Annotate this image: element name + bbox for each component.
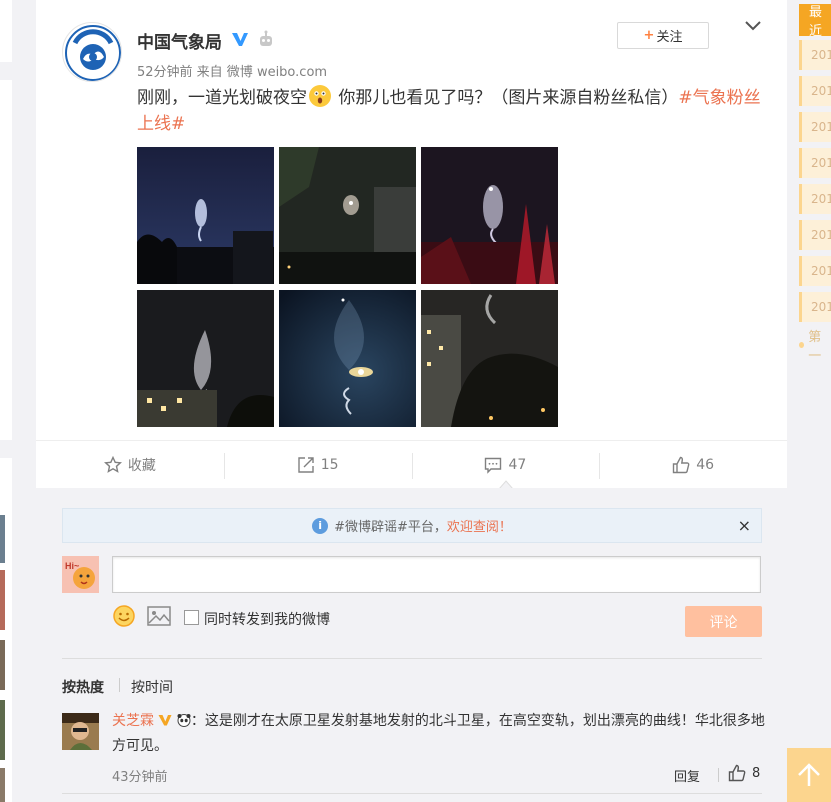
- reply-separator: [718, 768, 719, 782]
- comment-icon: [485, 457, 502, 474]
- author-avatar[interactable]: [62, 22, 122, 82]
- timeline-year-item[interactable]: 201: [799, 256, 831, 286]
- verified-v-icon: [232, 33, 248, 46]
- share-icon: [298, 456, 314, 473]
- info-icon: i: [312, 517, 329, 534]
- favorite-label: 收藏: [127, 457, 156, 474]
- post-photo[interactable]: [421, 290, 558, 427]
- comment-text: 关芝霖 ：这是刚才在太原卫星发射基地发射的北斗卫星，在高空变轨，划出漂亮的曲线！…: [112, 709, 772, 759]
- back-to-top-button[interactable]: [787, 748, 831, 802]
- robot-badge-icon[interactable]: [257, 30, 275, 48]
- repost-button[interactable]: 15: [223, 441, 412, 488]
- post-text-question: 你那儿也看见了吗？（图片来源自粉丝私信）: [333, 88, 679, 108]
- timeline-recent-tab[interactable]: 最近: [799, 4, 831, 39]
- my-avatar[interactable]: Hi~: [62, 556, 99, 593]
- submit-comment-button[interactable]: 评论: [685, 606, 762, 637]
- like-button[interactable]: 46: [599, 441, 787, 488]
- left-column: [0, 0, 13, 802]
- comment-input[interactable]: [112, 556, 761, 593]
- commenter-avatar[interactable]: [62, 713, 99, 750]
- post-meta: 52分钟前 来自 微博 weibo.com: [137, 65, 328, 80]
- rumor-notice: i #微博辟谣#平台， 欢迎查阅！ ×: [62, 508, 762, 543]
- timeline-year-item[interactable]: 201: [799, 220, 831, 250]
- timeline-year-item[interactable]: 201: [799, 76, 831, 106]
- divider: [62, 793, 762, 794]
- repost-checkbox-label[interactable]: 同时转发到我的微博: [204, 609, 330, 629]
- svg-text:Hi~: Hi~: [65, 561, 79, 571]
- comment-like-count: 8: [752, 765, 761, 781]
- left-card: [0, 0, 12, 62]
- comment-like-button[interactable]: 8: [728, 764, 760, 782]
- favorite-button[interactable]: 收藏: [36, 441, 224, 488]
- sort-by-time[interactable]: 按时间: [131, 677, 173, 697]
- image-upload-icon[interactable]: [147, 606, 171, 626]
- comment-separator: ：: [190, 713, 205, 729]
- post-photo[interactable]: [137, 147, 274, 284]
- left-thumbnail[interactable]: [0, 768, 5, 802]
- star-icon: [103, 455, 122, 473]
- post-text-main: 刚刚，一道光划破夜空: [137, 88, 307, 108]
- timeline-more-label: 第一: [808, 330, 822, 364]
- verified-v-icon: [158, 715, 172, 726]
- comment-count: 47: [508, 456, 527, 473]
- comments-section: i #微博辟谣#平台， 欢迎查阅！ × Hi~ 同时转发到我的微博 评论 按热度…: [36, 488, 787, 802]
- left-thumbnail[interactable]: [0, 570, 5, 630]
- surprised-emoji-icon: [309, 85, 331, 107]
- timeline-year-item[interactable]: 201: [799, 40, 831, 70]
- post-photo[interactable]: [137, 290, 274, 427]
- thumbs-up-icon: [673, 456, 690, 473]
- thumbs-up-icon: [728, 764, 746, 782]
- chevron-down-icon[interactable]: [743, 18, 763, 34]
- repost-checkbox[interactable]: [184, 610, 199, 625]
- sort-separator: [119, 678, 120, 692]
- left-thumbnail[interactable]: [0, 640, 5, 690]
- comment-content: 这是刚才在太原卫星发射基地发射的北斗卫星，在高空变轨，划出漂亮的曲线！华北很多地…: [112, 713, 765, 754]
- left-thumbnail[interactable]: [0, 515, 5, 563]
- left-card: [0, 80, 12, 440]
- timeline-more-item[interactable]: 第一: [799, 326, 831, 364]
- repost-count: 15: [320, 456, 339, 473]
- post-text: 刚刚，一道光划破夜空 你那儿也看见了吗？（图片来源自粉丝私信）#气象粉丝上线#: [137, 85, 767, 137]
- post-photo[interactable]: [279, 147, 416, 284]
- weibo-post-card: 中国气象局 52分钟前 来自 微博 weibo.com + 关注 刚刚，一道光划…: [36, 0, 787, 802]
- like-count: 46: [696, 456, 715, 473]
- comment-timestamp: 43分钟前: [112, 770, 168, 785]
- sort-by-hot[interactable]: 按热度: [62, 677, 104, 697]
- timeline-year-item[interactable]: 201: [799, 112, 831, 142]
- follow-label: 关注: [656, 30, 683, 45]
- panda-badge-icon: [177, 714, 191, 727]
- timeline-year-item[interactable]: 201: [799, 184, 831, 214]
- plus-icon: +: [643, 28, 655, 43]
- close-icon[interactable]: ×: [738, 516, 751, 535]
- action-bar: 收藏 15 47 46: [36, 440, 787, 488]
- follow-button[interactable]: + 关注: [617, 22, 709, 49]
- post-photo[interactable]: [421, 147, 558, 284]
- timeline-dot-icon: [799, 342, 805, 348]
- reply-button[interactable]: 回复: [674, 766, 700, 785]
- notice-link[interactable]: 欢迎查阅！: [447, 516, 512, 535]
- post-photo[interactable]: [279, 290, 416, 427]
- author-name[interactable]: 中国气象局: [137, 28, 222, 53]
- divider: [62, 658, 762, 659]
- left-thumbnail[interactable]: [0, 700, 5, 760]
- timeline-year-item[interactable]: 201: [799, 292, 831, 322]
- arrow-up-icon: [798, 763, 820, 786]
- notice-text: #微博辟谣#平台，: [334, 520, 447, 535]
- timeline-year-item[interactable]: 201: [799, 148, 831, 178]
- commenter-name[interactable]: 关芝霖: [112, 713, 154, 729]
- smile-emoji-icon[interactable]: [112, 604, 136, 628]
